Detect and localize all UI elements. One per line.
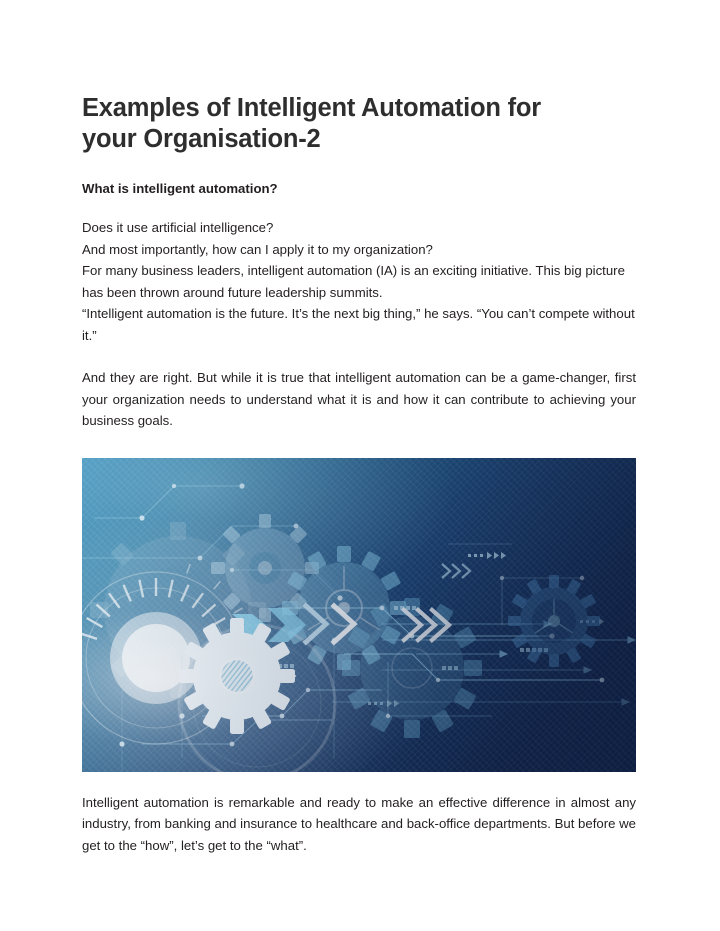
lead-line-3: For many business leaders, intelligent a… bbox=[82, 263, 625, 300]
section-subheading: What is intelligent automation? bbox=[82, 181, 278, 196]
technology-illustration bbox=[82, 457, 636, 772]
lead-paragraph-block: Does it use artificial intelligence? And… bbox=[82, 197, 636, 346]
lead-line-2: And most importantly, how can I apply it… bbox=[82, 241, 433, 257]
document-content: Examples of Intelligent Automation for y… bbox=[82, 0, 636, 856]
hero-figure bbox=[82, 457, 636, 772]
closing-paragraph: Intelligent automation is remarkable and… bbox=[82, 794, 636, 853]
lead-line-1: Does it use artificial intelligence? bbox=[82, 220, 274, 235]
body-paragraph: And they are right. But while it is true… bbox=[82, 370, 636, 428]
document-page: Examples of Intelligent Automation for y… bbox=[0, 0, 720, 931]
page-title: Examples of Intelligent Automation for y… bbox=[82, 94, 541, 153]
lead-line-4: “Intelligent automation is the future. I… bbox=[82, 306, 635, 343]
